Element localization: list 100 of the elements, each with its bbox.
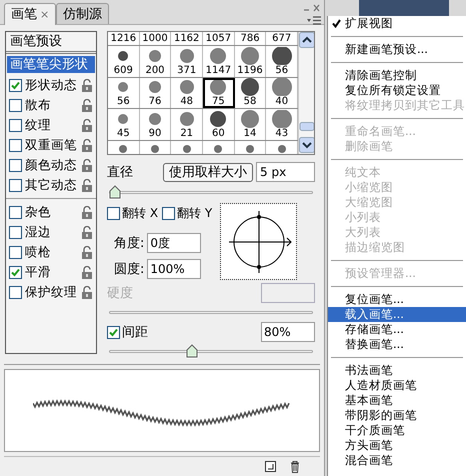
lock-icon[interactable]	[81, 246, 93, 259]
option-label: 纹理	[25, 116, 52, 134]
menu-item[interactable]: 存储画笔...	[328, 322, 466, 337]
scrollbar[interactable]	[298, 32, 314, 154]
brush-preset[interactable]: 58	[234, 78, 266, 108]
menu-item[interactable]: 扩展视图	[328, 16, 466, 31]
lock-icon[interactable]	[81, 138, 93, 152]
lock-icon[interactable]	[81, 178, 93, 192]
close-icon[interactable]: ×	[40, 6, 50, 24]
brush-preset[interactable]: 21	[171, 109, 204, 140]
lock-icon[interactable]	[81, 158, 93, 172]
lock-icon[interactable]	[81, 206, 93, 219]
checkbox[interactable]	[9, 138, 22, 152]
brush-size: 786	[234, 32, 266, 46]
input-field[interactable]: 5 px	[256, 162, 315, 182]
panel-menu-icon[interactable]	[307, 16, 321, 25]
brush-size: 1216	[108, 32, 140, 46]
lock-icon[interactable]	[81, 98, 93, 112]
checkbox[interactable]	[9, 286, 22, 299]
brush-size: 1000	[140, 32, 172, 46]
scroll-down-icon[interactable]	[299, 122, 314, 154]
input-field[interactable]: 100%	[147, 259, 202, 280]
brush-preset[interactable]: 56	[266, 46, 298, 77]
brush-tip-icon	[240, 78, 260, 96]
field-label: 直径	[107, 164, 134, 182]
brush-tip-icon	[272, 78, 292, 96]
field-label: 硬度	[107, 284, 133, 303]
menu-item[interactable]: 复位画笔...	[328, 292, 466, 307]
field-label: 间距	[122, 324, 148, 342]
lock-icon[interactable]	[81, 266, 93, 279]
brush-preset[interactable]: 90	[140, 109, 172, 140]
checkbox[interactable]	[9, 206, 22, 219]
list-item[interactable]: 画笔笔尖形状	[7, 56, 95, 74]
option-label: 其它动态	[25, 176, 78, 194]
brush-preset[interactable]: 200	[140, 46, 172, 77]
brush-preset[interactable]: 43	[266, 109, 298, 140]
checkbox[interactable]	[9, 98, 22, 112]
slider-thumb[interactable]	[186, 344, 198, 358]
new-brush-icon[interactable]	[265, 461, 276, 472]
menu-item[interactable]: 方头画笔	[328, 438, 466, 453]
lock-icon[interactable]	[81, 78, 93, 92]
brush-preset[interactable]: 75	[203, 78, 235, 108]
menu-item[interactable]: 人造材质画笔	[328, 378, 466, 393]
menu-item[interactable]: 基本画笔	[328, 393, 466, 408]
checkbox[interactable]	[107, 326, 120, 339]
brush-preset[interactable]: 1147	[203, 46, 235, 77]
brush-tip-icon	[240, 110, 260, 128]
brush-tip-icon	[240, 46, 260, 65]
brush-preset[interactable]: 14	[234, 109, 266, 140]
lock-icon[interactable]	[81, 118, 93, 132]
menu-item[interactable]: 干介质画笔	[328, 423, 466, 438]
input-field[interactable]: 80%	[261, 322, 315, 342]
checkbox[interactable]	[9, 118, 22, 132]
option-label: 杂色	[25, 203, 52, 222]
brush-preset[interactable]: 56	[108, 78, 140, 108]
option-label: 颜色动态	[25, 156, 78, 174]
brush-preset[interactable]: 1196	[234, 46, 266, 77]
option-label: 翻转 X	[122, 205, 158, 222]
tab-label: 画笔	[11, 6, 37, 24]
field-label: 圆度:	[114, 260, 144, 279]
brush-preset[interactable]: 48	[171, 78, 204, 108]
brush-tip-icon	[208, 110, 228, 128]
brush-tip-icon	[208, 78, 228, 96]
brush-preset[interactable]: 40	[266, 78, 298, 108]
brush-tip-icon	[208, 46, 228, 65]
menu-item[interactable]: 清除画笔控制	[328, 68, 466, 83]
menu-item[interactable]: 载入画笔...	[328, 307, 466, 322]
window-controls-icon[interactable]	[303, 4, 321, 12]
lock-icon[interactable]	[81, 226, 93, 239]
tab[interactable]: 仿制源	[56, 3, 110, 24]
brush-preset[interactable]: 76	[140, 78, 172, 108]
sample-size-button[interactable]: 使用取样大小	[163, 162, 253, 182]
checkbox[interactable]	[9, 178, 22, 192]
slider-thumb[interactable]	[109, 185, 121, 200]
checkbox[interactable]	[9, 158, 22, 172]
brush-preset[interactable]: 60	[203, 109, 235, 140]
checkbox[interactable]	[9, 246, 22, 259]
checkbox[interactable]	[9, 226, 22, 239]
option-label: 湿边	[25, 223, 52, 242]
option-label: 喷枪	[25, 243, 52, 262]
brush-size: 1162	[171, 32, 204, 46]
checkbox[interactable]	[9, 78, 22, 92]
angle-roundness-control[interactable]	[220, 203, 297, 280]
checkbox[interactable]	[9, 266, 22, 279]
scroll-up-icon[interactable]	[299, 32, 314, 48]
checkbox[interactable]	[107, 206, 120, 220]
menu-item[interactable]: 替换画笔...	[328, 337, 466, 352]
menu-item[interactable]: 带阴影的画笔	[328, 408, 466, 423]
brush-preset[interactable]: 45	[108, 109, 140, 140]
menu-item[interactable]: 新建画笔预设...	[328, 42, 466, 57]
brush-preset[interactable]: 371	[171, 46, 204, 77]
tab[interactable]: 画笔 ×	[4, 3, 56, 26]
menu-item[interactable]: 书法画笔	[328, 363, 466, 378]
lock-icon[interactable]	[81, 286, 93, 299]
brush-preset[interactable]: 609	[108, 46, 140, 77]
menu-item[interactable]: 混合画笔	[328, 453, 466, 468]
trash-icon[interactable]	[290, 460, 300, 473]
checkbox[interactable]	[162, 206, 176, 220]
input-field[interactable]: 0度	[147, 233, 202, 254]
menu-item[interactable]: 复位所有锁定设置	[328, 83, 466, 98]
